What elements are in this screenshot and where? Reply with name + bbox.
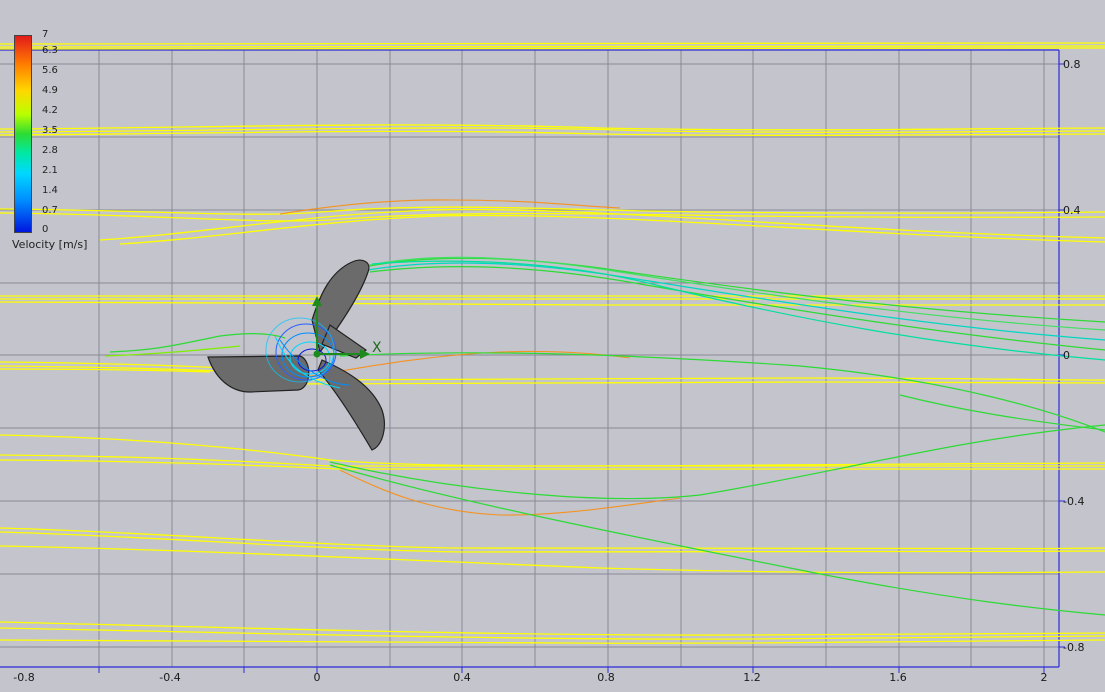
grid (0, 50, 1059, 667)
propeller-blade-lower (317, 359, 385, 451)
x-tick-label: -0.4 (159, 671, 180, 684)
x-tick-label: 1.6 (889, 671, 907, 684)
streamlines-wake (104, 256, 1105, 616)
velocity-colorbar (14, 35, 32, 233)
legend-tick: 4.9 (42, 85, 58, 96)
legend-title: Velocity [m/s] (12, 238, 88, 251)
y-tick-label: -0.4 (1063, 495, 1084, 508)
streamline-plot[interactable]: X -0.8 -0.4 0 0.4 0.8 1.2 1.6 2 0.8 0.4 … (0, 0, 1105, 692)
y-tick-label: -0.8 (1063, 641, 1084, 654)
x-tick-label: -0.8 (13, 671, 34, 684)
x-axis-labels: -0.8 -0.4 0 0.4 0.8 1.2 1.6 2 (13, 671, 1047, 684)
legend-tick: 1.4 (42, 185, 58, 196)
y-tick-label: 0.4 (1063, 204, 1081, 217)
legend-tick: 5.6 (42, 65, 58, 76)
propeller-blade-left (207, 355, 310, 393)
legend-tick: 0 (42, 224, 49, 235)
x-tick-label: 2 (1041, 671, 1048, 684)
y-axis-labels: 0.8 0.4 0 -0.4 -0.8 (1063, 58, 1084, 654)
triad-x-label: X (372, 340, 382, 356)
legend-tick: 2.8 (42, 145, 58, 156)
legend-tick: 0.7 (42, 205, 58, 216)
y-tick-label: 0 (1063, 349, 1070, 362)
legend-tick: 6.3 (42, 45, 58, 56)
legend-tick: 7 (42, 29, 49, 40)
x-tick-label: 0.8 (597, 671, 615, 684)
legend-tick: 4.2 (42, 105, 58, 116)
legend-tick: 2.1 (42, 165, 58, 176)
streamlines-freestream (0, 42, 1105, 644)
origin-marker (313, 350, 321, 358)
x-tick-label: 0 (314, 671, 321, 684)
x-tick-label: 1.2 (743, 671, 761, 684)
cfd-viewport[interactable]: X -0.8 -0.4 0 0.4 0.8 1.2 1.6 2 0.8 0.4 … (0, 0, 1105, 692)
y-tick-label: 0.8 (1063, 58, 1081, 71)
legend-tick: 3.5 (42, 125, 58, 136)
x-tick-label: 0.4 (453, 671, 471, 684)
velocity-legend: 7 6.3 5.6 4.9 4.2 3.5 2.8 2.1 1.4 0.7 0 … (12, 29, 92, 253)
